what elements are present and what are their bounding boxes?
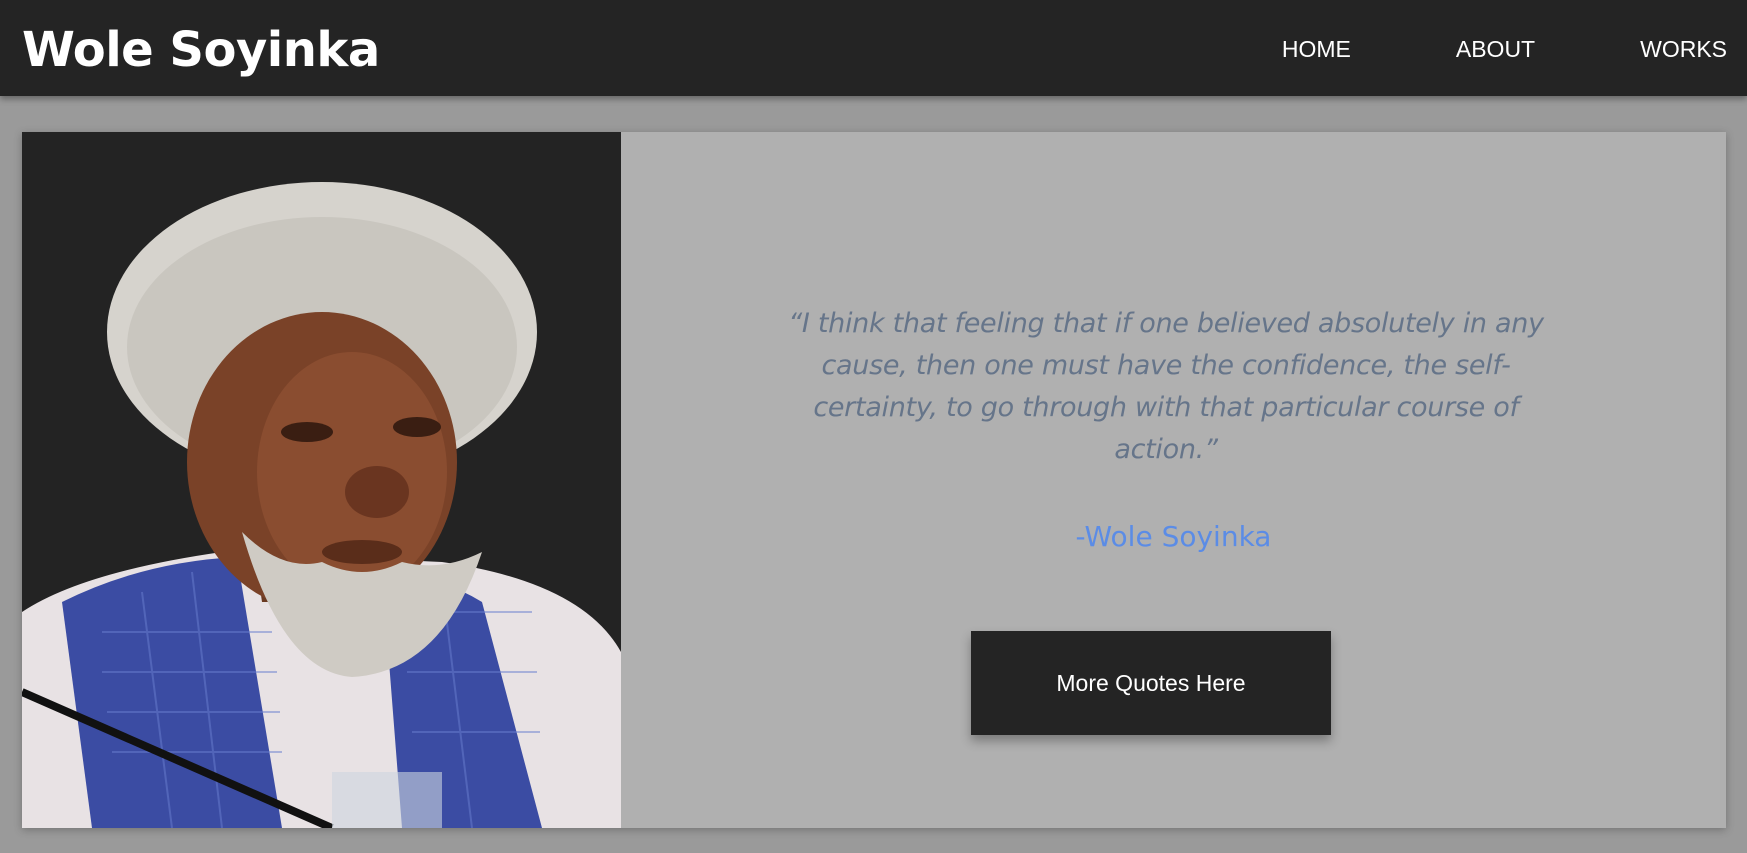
author-portrait — [22, 132, 621, 828]
site-title: Wole Soyinka — [22, 22, 380, 78]
quote-author: -Wole Soyinka — [1075, 520, 1272, 553]
nav-link-home[interactable]: HOME — [1282, 30, 1351, 68]
hero-card: “I think that feeling that if one believ… — [22, 132, 1726, 828]
nav-link-works[interactable]: WORKS — [1640, 30, 1727, 68]
main-nav: HOME ABOUT WORKS — [1177, 30, 1727, 68]
site-header: Wole Soyinka HOME ABOUT WORKS — [0, 0, 1747, 96]
nav-link-about[interactable]: ABOUT — [1456, 30, 1535, 68]
portrait-illustration — [22, 132, 621, 828]
more-quotes-button[interactable]: More Quotes Here — [971, 631, 1331, 735]
quote-panel: “I think that feeling that if one believ… — [621, 132, 1726, 828]
quote-text: “I think that feeling that if one believ… — [788, 308, 1544, 465]
